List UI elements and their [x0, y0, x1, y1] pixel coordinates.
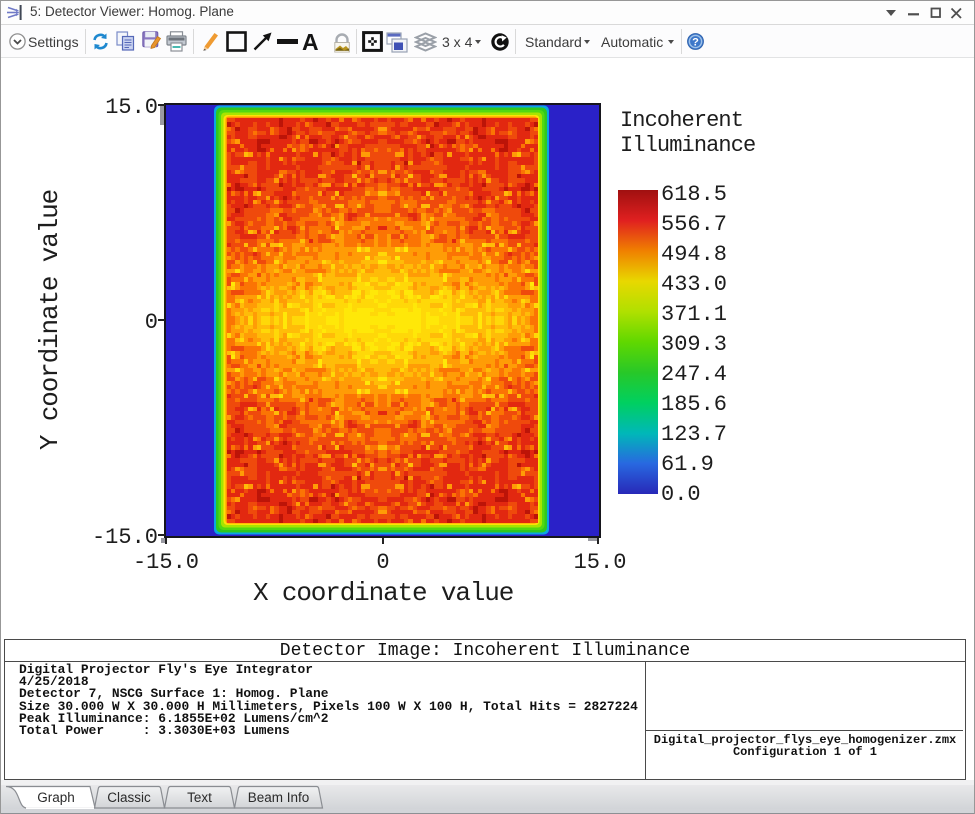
svg-text:?: ?	[692, 36, 699, 48]
svg-text:Classic: Classic	[107, 790, 151, 805]
svg-text:Text: Text	[187, 790, 212, 805]
svg-text:Graph: Graph	[37, 790, 75, 805]
svg-text:Beam Info: Beam Info	[248, 790, 310, 805]
